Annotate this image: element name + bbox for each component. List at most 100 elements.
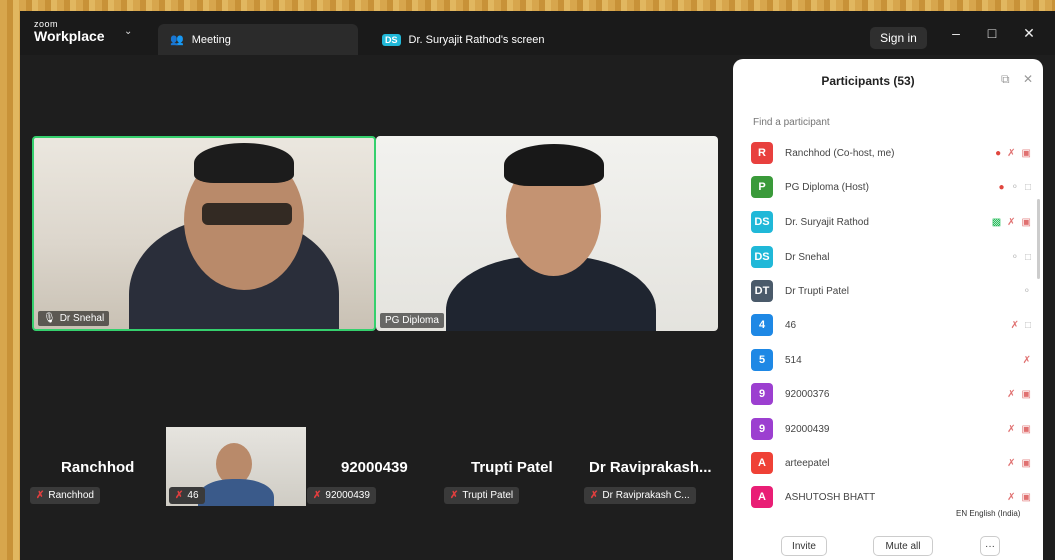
participant-name: arteepatel <box>785 457 830 469</box>
record-icon: ● <box>998 181 1005 193</box>
language-indicator[interactable]: EN English (India) <box>953 508 1024 519</box>
avatar: P <box>751 176 773 198</box>
chip-label: 46 <box>187 490 199 501</box>
participant-row[interactable]: 9 92000439 ✗ ▣ <box>751 417 1031 441</box>
mic-icon: ⚬ <box>1022 285 1031 297</box>
mic-off-icon: ✗ <box>1007 388 1016 400</box>
strip-chip-ranchhod[interactable]: ✗ Ranchhod <box>30 487 100 504</box>
participant-row[interactable]: 4 46 ✗ □ <box>751 313 1031 337</box>
chevron-down-icon[interactable]: ⌄ <box>124 26 132 37</box>
glasses-icon <box>202 203 292 225</box>
mic-off-icon: ✗ <box>1007 147 1016 159</box>
screen-share-icon: ▩ <box>991 216 1002 228</box>
participant-name: 46 <box>785 319 797 331</box>
tab-meeting[interactable]: 👥 Meeting <box>158 24 358 55</box>
close-icon[interactable]: ✕ <box>1023 72 1033 86</box>
video-off-icon: ▣ <box>1021 491 1031 503</box>
chip-label: Trupti Patel <box>462 490 514 501</box>
participants-scrollbar[interactable] <box>1037 199 1040 279</box>
participant-row[interactable]: DS Dr Snehal ⚬ □ <box>751 245 1031 269</box>
zoom-workplace-logo[interactable]: zoom Workplace <box>34 20 105 44</box>
tile-name-text: Dr Snehal <box>59 313 105 324</box>
chip-label: Ranchhod <box>48 490 94 501</box>
avatar: DS <box>751 211 773 233</box>
tab-shared-screen-label: Dr. Suryajit Rathod's screen <box>408 33 545 46</box>
tab-shared-screen[interactable]: DS Dr. Suryajit Rathod's screen <box>370 24 630 55</box>
mic-off-icon: ✗ <box>175 490 184 501</box>
maximize-icon[interactable]: □ <box>982 25 1002 41</box>
mic-off-icon: ✗ <box>313 490 322 501</box>
strip-name-dr-raviprakash: Dr Raviprakash... <box>589 459 712 476</box>
strip-name-ranchhod: Ranchhod <box>61 459 135 476</box>
mute-all-button[interactable]: Mute all <box>873 536 933 556</box>
avatar: A <box>751 486 773 508</box>
video-icon: □ <box>1024 319 1031 331</box>
participant-row[interactable]: DS Dr. Suryajit Rathod ▩ ✗ ▣ <box>751 210 1031 234</box>
chip-label: Dr Raviprakash C... <box>602 490 690 501</box>
chip-label: 92000439 <box>325 490 370 501</box>
avatar: A <box>751 452 773 474</box>
mic-icon: ⚬ <box>1010 251 1019 263</box>
participant-row[interactable]: P PG Diploma (Host) ● ⚬ □ <box>751 175 1031 199</box>
strip-chip-92000439[interactable]: ✗ 92000439 <box>307 487 376 504</box>
mic-off-icon: ✗ <box>1007 216 1016 228</box>
video-off-icon: ▣ <box>1021 216 1031 228</box>
minimize-icon[interactable]: – <box>946 25 966 41</box>
tile-name-label: 🎙 Dr Snehal <box>38 311 110 326</box>
participant-row[interactable]: 5 514 ✗ <box>751 348 1031 372</box>
mic-off-icon: ✗ <box>1007 457 1016 469</box>
participant-name: Ranchhod (Co-host, me) <box>785 147 895 159</box>
invite-button[interactable]: Invite <box>781 536 827 556</box>
participants-title: Participants (53) <box>821 74 915 88</box>
video-tile-pg-diploma[interactable]: PG Diploma <box>376 136 718 331</box>
avatar: 4 <box>751 314 773 336</box>
mic-off-icon: ✗ <box>1007 491 1016 503</box>
participant-name: Dr. Suryajit Rathod <box>785 216 869 228</box>
participants-panel: Participants (53) ⧉ ✕ R Ranchhod (Co-hos… <box>733 59 1043 560</box>
close-icon[interactable]: ✕ <box>1019 25 1039 42</box>
participant-name: Dr Snehal <box>785 251 830 263</box>
participant-name: 92000376 <box>785 388 830 400</box>
pop-out-icon[interactable]: ⧉ <box>1001 72 1010 87</box>
participant-video <box>198 479 274 506</box>
strip-name-trupti-patel: Trupti Patel <box>471 459 553 476</box>
mic-off-icon: ✗ <box>1010 319 1019 331</box>
participant-name: Dr Trupti Patel <box>785 285 849 297</box>
mic-icon: ⚬ <box>1010 181 1019 193</box>
more-options-button[interactable]: ··· <box>980 536 1000 556</box>
video-off-icon: ▣ <box>1021 423 1031 435</box>
strip-name-92000439: 92000439 <box>341 459 408 476</box>
avatar: 9 <box>751 383 773 405</box>
strip-chip-dr-raviprakash[interactable]: ✗ Dr Raviprakash C... <box>584 487 696 504</box>
video-icon: □ <box>1024 181 1031 193</box>
participant-search-input[interactable] <box>753 113 1013 131</box>
mic-off-icon: ✗ <box>1007 423 1016 435</box>
video-tile-dr-snehal[interactable]: 🎙 Dr Snehal <box>32 136 376 331</box>
participant-row[interactable]: A arteepatel ✗ ▣ <box>751 451 1031 475</box>
participant-row[interactable]: R Ranchhod (Co-host, me) ● ✗ ▣ <box>751 141 1031 165</box>
avatar: DT <box>751 280 773 302</box>
avatar: 9 <box>751 418 773 440</box>
participant-name: PG Diploma (Host) <box>785 181 869 193</box>
participant-row[interactable]: A ASHUTOSH BHATT ✗ ▣ <box>751 485 1031 509</box>
avatar: 5 <box>751 349 773 371</box>
title-bar: zoom Workplace ⌄ 👥 Meeting DS Dr. Suryaj… <box>20 11 1055 55</box>
tile-name-label: PG Diploma <box>380 313 444 328</box>
participant-name: ASHUTOSH BHATT <box>785 491 876 503</box>
record-icon: ● <box>995 147 1002 159</box>
participant-hair <box>194 143 294 183</box>
participant-row[interactable]: 9 92000376 ✗ ▣ <box>751 382 1031 406</box>
participant-hair <box>504 144 604 186</box>
people-icon: 👥 <box>170 34 184 46</box>
participant-name: 514 <box>785 354 802 366</box>
sign-in-button[interactable]: Sign in <box>870 27 927 49</box>
tab-meeting-label: Meeting <box>191 33 231 46</box>
mic-off-icon: ✗ <box>36 490 45 501</box>
avatar: R <box>751 142 773 164</box>
strip-chip-46[interactable]: ✗ 46 <box>169 487 205 504</box>
video-off-icon: ▣ <box>1021 388 1031 400</box>
participant-row[interactable]: DT Dr Trupti Patel ⚬ <box>751 279 1031 303</box>
strip-chip-trupti-patel[interactable]: ✗ Trupti Patel <box>444 487 520 504</box>
participant-name: 92000439 <box>785 423 830 435</box>
video-off-icon: ▣ <box>1021 457 1031 469</box>
